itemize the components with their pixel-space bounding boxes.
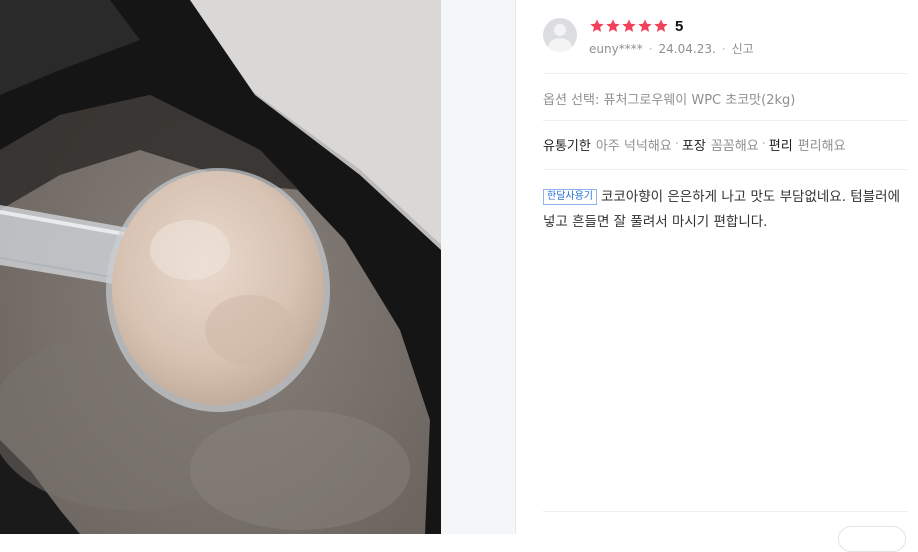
star-icon [622, 19, 636, 32]
review-photo[interactable] [0, 0, 441, 534]
star-icon [590, 19, 604, 32]
tag-key: 포장 [681, 139, 706, 154]
avatar [543, 18, 577, 52]
review-panel: 5 euny**** · 24.04.23. · 신고 옵션 선택: 퓨처그로우… [516, 0, 918, 552]
review-content: 한달사용기 코코아향이 은은하게 나고 맛도 부담없네요. 텀블러에 넣고 흔들면… [543, 185, 908, 235]
option-label: 옵션 선택: [543, 93, 600, 108]
photo-gutter [441, 0, 516, 534]
star-icon [638, 19, 652, 32]
avatar-head [554, 24, 566, 36]
rating-score: 5 [675, 17, 684, 35]
meta-separator: · [721, 41, 726, 56]
divider [543, 511, 908, 512]
tag-value: 편리해요 [797, 139, 846, 154]
meta-separator: · [648, 41, 653, 56]
tag-key: 유통기한 [543, 139, 591, 154]
tag-separator: · [674, 137, 679, 152]
divider [543, 120, 908, 121]
tag-value: 아주 넉넉해요 [595, 139, 672, 154]
divider [543, 169, 908, 170]
author-name: euny**** [589, 41, 643, 56]
helpful-button[interactable] [838, 526, 906, 552]
tag-key: 편리 [768, 139, 793, 154]
divider [543, 73, 908, 74]
option-value: 퓨처그로우웨이 WPC 초코맛(2kg) [603, 93, 796, 108]
star-icon [654, 19, 668, 32]
review-date: 24.04.23. [658, 41, 716, 56]
report-link[interactable]: 신고 [732, 40, 754, 57]
review-meta: euny**** · 24.04.23. · 신고 [589, 40, 754, 57]
star-icon [606, 19, 620, 32]
tag-separator: · [761, 137, 766, 152]
purchased-option: 옵션 선택: 퓨처그로우웨이 WPC 초코맛(2kg) [543, 89, 795, 108]
tag-value: 꼼꼼해요 [710, 139, 759, 154]
review-type-badge: 한달사용기 [543, 189, 597, 205]
protein-powder-scoop-image [0, 0, 441, 534]
star-rating: 5 [589, 15, 683, 37]
avatar-body [548, 38, 572, 52]
evaluation-tags: 유통기한 아주 넉넉해요 · 포장 꼼꼼해요 · 편리 편리해요 [543, 135, 846, 154]
